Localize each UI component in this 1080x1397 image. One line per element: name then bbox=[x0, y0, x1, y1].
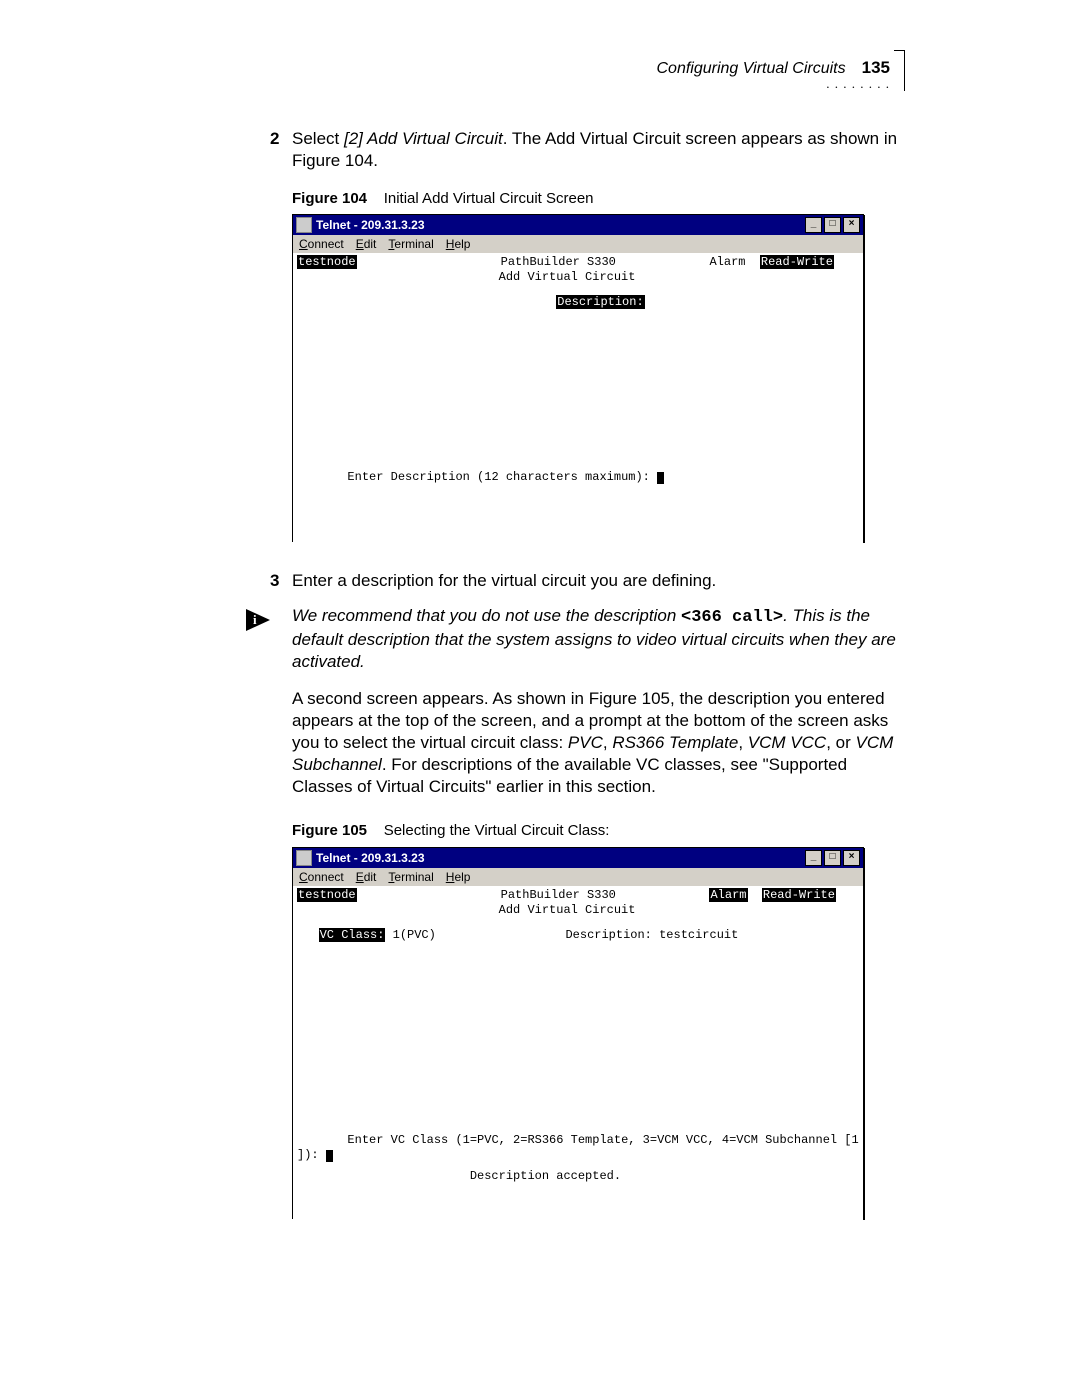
hostname-label: testnode bbox=[297, 888, 357, 902]
menu-help[interactable]: Help bbox=[446, 237, 471, 251]
note-icon: i bbox=[244, 605, 274, 635]
figure-104-telnet-window: Telnet - 209.31.3.23 _ □ × Connect Edit … bbox=[292, 214, 864, 542]
window-controls: _ □ × bbox=[803, 850, 860, 866]
figure-105-title: Selecting the Virtual Circuit Class: bbox=[384, 822, 610, 839]
description-label2: Description: bbox=[565, 928, 651, 942]
close-button[interactable]: × bbox=[843, 217, 860, 233]
menu-terminal[interactable]: Terminal bbox=[388, 237, 433, 251]
window-title: Telnet - 209.31.3.23 bbox=[316, 851, 425, 865]
menu-edit[interactable]: Edit bbox=[356, 237, 377, 251]
terminal-prompt-line1: Enter VC Class (1=PVC, 2=RS366 Template,… bbox=[297, 1133, 859, 1148]
close-button[interactable]: × bbox=[843, 850, 860, 866]
window-title: Telnet - 209.31.3.23 bbox=[316, 218, 425, 232]
note-pre: We recommend that you do not use the des… bbox=[292, 606, 681, 625]
explanatory-paragraph: A second screen appears. As shown in Fig… bbox=[292, 688, 912, 798]
header-corner-rule bbox=[894, 50, 905, 91]
menu-help[interactable]: Help bbox=[446, 870, 471, 884]
menu-terminal[interactable]: Terminal bbox=[388, 870, 433, 884]
cursor bbox=[326, 1150, 333, 1162]
terminal-status: Description accepted. bbox=[297, 1169, 859, 1184]
figure-105-telnet-window: Telnet - 209.31.3.23 _ □ × Connect Edit … bbox=[292, 847, 864, 1219]
mode-label: Read-Write bbox=[760, 255, 834, 269]
window-controls: _ □ × bbox=[803, 217, 860, 233]
telnet-app-icon bbox=[296, 217, 312, 233]
mode-label: Read-Write bbox=[762, 888, 836, 902]
terminal-header-row: testnode PathBuilder S330 Alarm Read-Wri… bbox=[297, 888, 859, 903]
maximize-button[interactable]: □ bbox=[824, 217, 841, 233]
step-number: 2 bbox=[270, 128, 279, 150]
step-2-text-a: Select bbox=[292, 129, 344, 148]
note-text: We recommend that you do not use the des… bbox=[292, 605, 912, 673]
figure-104-caption: Figure 104 Initial Add Virtual Circuit S… bbox=[292, 190, 594, 207]
vc-class-label: VC Class: bbox=[319, 928, 386, 942]
step-2-menu-ref: [2] Add Virtual Circuit bbox=[344, 129, 503, 148]
titlebar-left: Telnet - 209.31.3.23 bbox=[296, 850, 425, 866]
window-titlebar: Telnet - 209.31.3.23 _ □ × bbox=[293, 215, 863, 235]
description-label: Description: bbox=[556, 295, 644, 309]
para-vcc: VCM VCC bbox=[748, 733, 826, 752]
step-2: 2 Select [2] Add Virtual Circuit. The Ad… bbox=[292, 128, 912, 172]
description-value: testcircuit bbox=[659, 928, 738, 942]
step-3-text: Enter a description for the virtual circ… bbox=[292, 571, 716, 590]
document-page: Configuring Virtual Circuits 135 . . . .… bbox=[0, 0, 1080, 1397]
device-header: PathBuilder S330 bbox=[501, 888, 616, 902]
terminal-area[interactable]: testnode PathBuilder S330 Alarm Read-Wri… bbox=[293, 253, 863, 543]
menu-connect[interactable]: Connect bbox=[299, 870, 344, 884]
terminal-prompt: Enter Description (12 characters maximum… bbox=[297, 470, 859, 485]
vc-class-row: VC Class: 1(PVC) Description: testcircui… bbox=[297, 928, 859, 943]
step-3: 3 Enter a description for the virtual ci… bbox=[292, 570, 912, 592]
svg-text:i: i bbox=[253, 612, 257, 627]
step-number: 3 bbox=[270, 570, 279, 592]
page-number: 135 bbox=[862, 58, 890, 78]
para-rs: RS366 Template bbox=[612, 733, 738, 752]
alarm-label: Alarm bbox=[709, 888, 747, 902]
para-pvc: PVC bbox=[568, 733, 603, 752]
figure-104-title: Initial Add Virtual Circuit Screen bbox=[384, 190, 594, 207]
terminal-header-row: testnode PathBuilder S330 Alarm Read-Wri… bbox=[297, 255, 859, 270]
hostname-label: testnode bbox=[297, 255, 357, 269]
header-dots: . . . . . . . . bbox=[826, 76, 890, 92]
vc-class-value: 1(PVC) bbox=[393, 928, 436, 942]
terminal-prompt-line2: ]): bbox=[297, 1148, 859, 1163]
section-title: Configuring Virtual Circuits bbox=[657, 60, 846, 78]
window-titlebar: Telnet - 209.31.3.23 _ □ × bbox=[293, 848, 863, 868]
figure-105-caption: Figure 105 Selecting the Virtual Circuit… bbox=[292, 822, 609, 839]
alarm-label: Alarm bbox=[709, 255, 745, 269]
figure-104-label: Figure 104 bbox=[292, 190, 367, 207]
terminal-subheader: Add Virtual Circuit bbox=[297, 903, 859, 918]
menubar: Connect Edit Terminal Help bbox=[293, 868, 863, 886]
terminal-subheader: Add Virtual Circuit bbox=[297, 270, 859, 285]
terminal-area[interactable]: testnode PathBuilder S330 Alarm Read-Wri… bbox=[293, 886, 863, 1220]
menubar: Connect Edit Terminal Help bbox=[293, 235, 863, 253]
figure-105-label: Figure 105 bbox=[292, 822, 367, 839]
device-header: PathBuilder S330 bbox=[501, 255, 616, 269]
telnet-app-icon bbox=[296, 850, 312, 866]
running-header: Configuring Virtual Circuits 135 bbox=[657, 58, 891, 78]
minimize-button[interactable]: _ bbox=[805, 217, 822, 233]
menu-edit[interactable]: Edit bbox=[356, 870, 377, 884]
note-code: <366 call> bbox=[681, 608, 783, 627]
titlebar-left: Telnet - 209.31.3.23 bbox=[296, 217, 425, 233]
cursor bbox=[657, 472, 664, 484]
menu-connect[interactable]: Connect bbox=[299, 237, 344, 251]
minimize-button[interactable]: _ bbox=[805, 850, 822, 866]
desc-label-row: Description: bbox=[297, 295, 859, 310]
maximize-button[interactable]: □ bbox=[824, 850, 841, 866]
